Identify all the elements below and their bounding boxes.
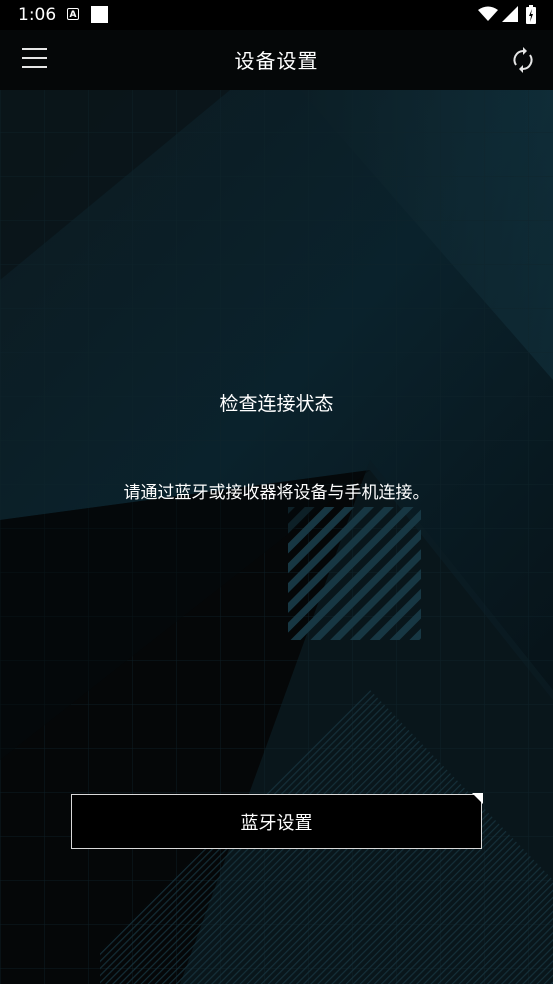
- signal-icon: [502, 6, 518, 22]
- notification-square-icon: [91, 6, 108, 23]
- status-time: 1:06: [18, 5, 57, 25]
- app-bar: 设备设置: [0, 30, 553, 88]
- refresh-icon[interactable]: [510, 47, 536, 73]
- status-bar: 1:06 A: [0, 0, 553, 30]
- battery-icon: [526, 5, 536, 24]
- button-corner-accent: [472, 793, 483, 804]
- wifi-icon: [478, 6, 498, 21]
- bluetooth-settings-label: 蓝牙设置: [240, 812, 313, 834]
- page-title: 设备设置: [234, 49, 319, 73]
- notification-a-icon: A: [67, 8, 79, 20]
- bluetooth-settings-button[interactable]: 蓝牙设置: [71, 793, 483, 849]
- connection-instructions: 请通过蓝牙或接收器将设备与手机连接。: [123, 483, 430, 503]
- connection-status-heading: 检查连接状态: [219, 393, 334, 415]
